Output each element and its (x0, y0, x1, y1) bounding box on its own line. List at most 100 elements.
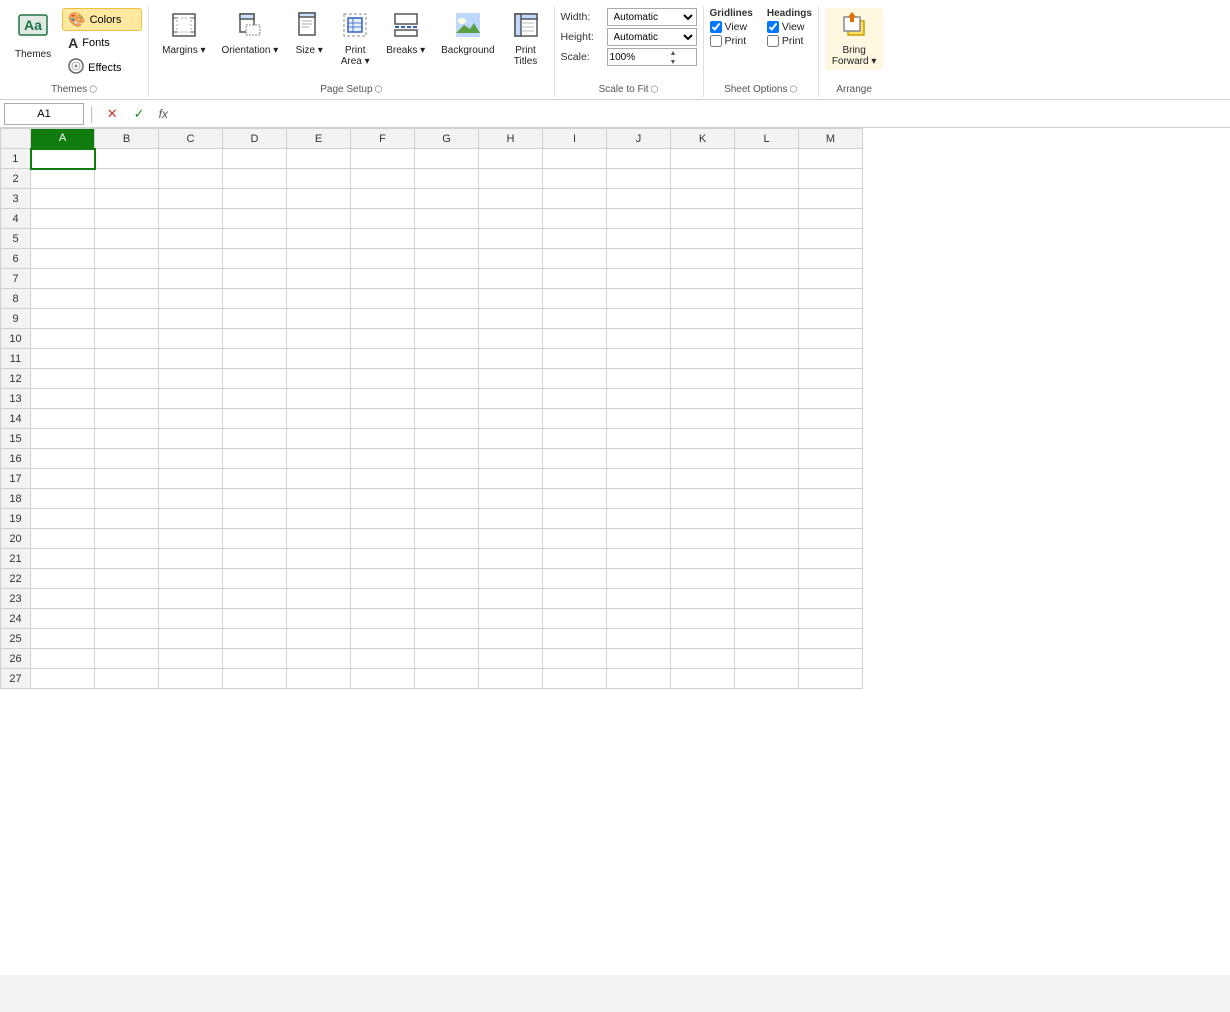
cell-J9[interactable] (607, 309, 671, 329)
cell-C1[interactable] (159, 149, 223, 169)
cell-J20[interactable] (607, 529, 671, 549)
cell-G6[interactable] (415, 249, 479, 269)
cell-A20[interactable] (31, 529, 95, 549)
cell-H12[interactable] (479, 369, 543, 389)
row-header-10[interactable]: 10 (1, 329, 31, 349)
row-header-1[interactable]: 1 (1, 149, 31, 169)
cell-D23[interactable] (223, 589, 287, 609)
cell-K25[interactable] (671, 629, 735, 649)
cell-B23[interactable] (95, 589, 159, 609)
cell-B15[interactable] (95, 429, 159, 449)
cell-E26[interactable] (287, 649, 351, 669)
cell-D16[interactable] (223, 449, 287, 469)
cell-G19[interactable] (415, 509, 479, 529)
col-header-I[interactable]: I (543, 129, 607, 149)
gridlines-print-label[interactable]: Print (710, 35, 753, 47)
cell-K7[interactable] (671, 269, 735, 289)
cell-G16[interactable] (415, 449, 479, 469)
cell-C17[interactable] (159, 469, 223, 489)
cell-A6[interactable] (31, 249, 95, 269)
cell-B14[interactable] (95, 409, 159, 429)
cell-A9[interactable] (31, 309, 95, 329)
cell-H24[interactable] (479, 609, 543, 629)
cell-I9[interactable] (543, 309, 607, 329)
cell-K14[interactable] (671, 409, 735, 429)
cell-M11[interactable] (799, 349, 863, 369)
row-header-4[interactable]: 4 (1, 209, 31, 229)
cell-A3[interactable] (31, 189, 95, 209)
col-header-D[interactable]: D (223, 129, 287, 149)
cell-D18[interactable] (223, 489, 287, 509)
col-header-H[interactable]: H (479, 129, 543, 149)
cell-H25[interactable] (479, 629, 543, 649)
row-header-8[interactable]: 8 (1, 289, 31, 309)
cell-K12[interactable] (671, 369, 735, 389)
cell-B27[interactable] (95, 669, 159, 689)
cell-H23[interactable] (479, 589, 543, 609)
cell-L10[interactable] (735, 329, 799, 349)
cell-I17[interactable] (543, 469, 607, 489)
cell-L21[interactable] (735, 549, 799, 569)
cell-I22[interactable] (543, 569, 607, 589)
row-header-16[interactable]: 16 (1, 449, 31, 469)
row-header-6[interactable]: 6 (1, 249, 31, 269)
cell-C19[interactable] (159, 509, 223, 529)
cell-C27[interactable] (159, 669, 223, 689)
cell-B11[interactable] (95, 349, 159, 369)
col-header-L[interactable]: L (735, 129, 799, 149)
col-header-A[interactable]: A (31, 129, 95, 149)
cell-M21[interactable] (799, 549, 863, 569)
row-header-18[interactable]: 18 (1, 489, 31, 509)
cell-I27[interactable] (543, 669, 607, 689)
col-header-K[interactable]: K (671, 129, 735, 149)
cell-E21[interactable] (287, 549, 351, 569)
row-header-22[interactable]: 22 (1, 569, 31, 589)
orientation-button[interactable]: Orientation ▾ (215, 8, 286, 59)
background-button[interactable]: Background (434, 8, 501, 59)
cell-D3[interactable] (223, 189, 287, 209)
cell-M18[interactable] (799, 489, 863, 509)
cell-F25[interactable] (351, 629, 415, 649)
cell-K2[interactable] (671, 169, 735, 189)
cell-L1[interactable] (735, 149, 799, 169)
cell-I4[interactable] (543, 209, 607, 229)
col-header-G[interactable]: G (415, 129, 479, 149)
cell-G5[interactable] (415, 229, 479, 249)
cell-K18[interactable] (671, 489, 735, 509)
cell-J6[interactable] (607, 249, 671, 269)
spreadsheet-container[interactable]: ABCDEFGHIJKLM 12345678910111213141516171… (0, 128, 1230, 975)
cell-I16[interactable] (543, 449, 607, 469)
cell-G23[interactable] (415, 589, 479, 609)
col-header-C[interactable]: C (159, 129, 223, 149)
cell-A11[interactable] (31, 349, 95, 369)
cell-M20[interactable] (799, 529, 863, 549)
cell-B2[interactable] (95, 169, 159, 189)
cell-H9[interactable] (479, 309, 543, 329)
cell-C20[interactable] (159, 529, 223, 549)
cell-B1[interactable] (95, 149, 159, 169)
cell-M8[interactable] (799, 289, 863, 309)
col-header-M[interactable]: M (799, 129, 863, 149)
cell-J22[interactable] (607, 569, 671, 589)
cell-F26[interactable] (351, 649, 415, 669)
cell-B20[interactable] (95, 529, 159, 549)
cell-E15[interactable] (287, 429, 351, 449)
cell-A19[interactable] (31, 509, 95, 529)
row-header-14[interactable]: 14 (1, 409, 31, 429)
cell-H8[interactable] (479, 289, 543, 309)
bring-forward-button[interactable]: BringForward ▾ (825, 8, 883, 70)
cell-J24[interactable] (607, 609, 671, 629)
cell-J23[interactable] (607, 589, 671, 609)
cell-J19[interactable] (607, 509, 671, 529)
cell-D21[interactable] (223, 549, 287, 569)
cell-H15[interactable] (479, 429, 543, 449)
cell-M15[interactable] (799, 429, 863, 449)
cell-G7[interactable] (415, 269, 479, 289)
cell-D27[interactable] (223, 669, 287, 689)
cell-I13[interactable] (543, 389, 607, 409)
gridlines-view-checkbox[interactable] (710, 21, 722, 33)
width-select[interactable]: Automatic 1 page 2 pages (607, 8, 697, 26)
cell-A23[interactable] (31, 589, 95, 609)
cell-D24[interactable] (223, 609, 287, 629)
cell-K5[interactable] (671, 229, 735, 249)
